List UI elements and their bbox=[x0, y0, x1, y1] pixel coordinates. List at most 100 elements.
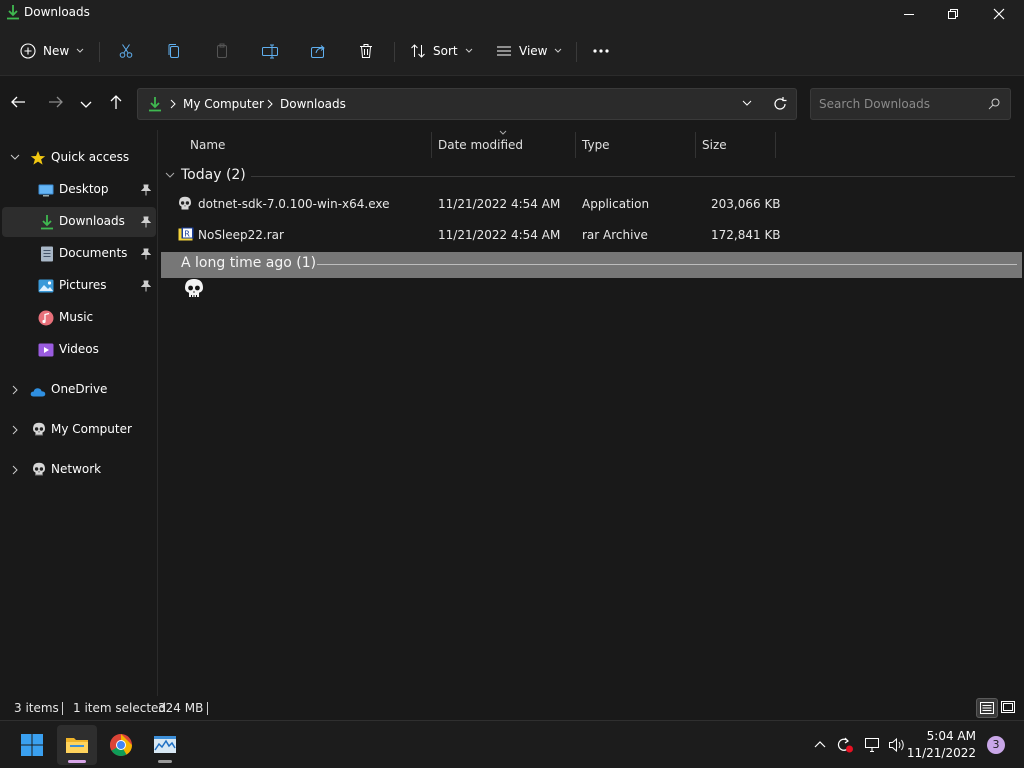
clock-date[interactable]: 11/21/2022 bbox=[907, 746, 976, 760]
rename-icon bbox=[262, 44, 278, 59]
file-type: rar Archive bbox=[582, 228, 648, 242]
pictures-icon bbox=[38, 279, 54, 293]
search-icon bbox=[988, 98, 1000, 110]
notification-badge[interactable]: 3 bbox=[987, 736, 1005, 754]
share-button[interactable] bbox=[304, 36, 332, 66]
chevron-down-icon bbox=[10, 154, 20, 160]
chevron-down-icon bbox=[555, 48, 562, 53]
chevron-down-icon bbox=[80, 101, 92, 108]
details-view-button[interactable] bbox=[976, 698, 998, 718]
sort-button[interactable]: Sort bbox=[404, 36, 474, 66]
taskbar-file-explorer[interactable] bbox=[57, 725, 97, 765]
volume-icon[interactable] bbox=[888, 737, 906, 753]
sort-icon bbox=[411, 44, 425, 58]
arrow-up-icon bbox=[110, 95, 122, 109]
column-divider[interactable] bbox=[775, 132, 776, 158]
column-divider[interactable] bbox=[695, 132, 696, 158]
file-name: dotnet-sdk-7.0.100-win-x64.exe bbox=[198, 197, 390, 211]
skull-icon[interactable] bbox=[184, 278, 204, 300]
sidebar-item-music[interactable]: Music bbox=[2, 303, 156, 333]
minimize-button[interactable] bbox=[886, 0, 932, 28]
back-button[interactable] bbox=[10, 94, 34, 114]
rename-button[interactable] bbox=[256, 36, 284, 66]
file-size: 172,841 KB bbox=[711, 228, 781, 242]
clock-time[interactable]: 5:04 AM bbox=[927, 729, 976, 743]
start-button[interactable] bbox=[12, 725, 52, 765]
arrow-left-icon bbox=[11, 96, 25, 108]
tiles-view-button[interactable] bbox=[998, 698, 1020, 718]
chevron-up-icon[interactable] bbox=[814, 740, 826, 748]
sidebar-item-downloads[interactable]: Downloads bbox=[2, 207, 156, 237]
group-header-long-time-ago[interactable]: A long time ago (1) bbox=[161, 252, 1022, 278]
sidebar-label-desktop: Desktop bbox=[59, 182, 109, 196]
breadcrumb-my-computer[interactable]: My Computer bbox=[183, 97, 264, 111]
network-icon[interactable] bbox=[864, 737, 882, 753]
separator bbox=[62, 702, 63, 715]
file-size: 203,066 KB bbox=[711, 197, 781, 211]
separator bbox=[394, 42, 395, 62]
search-input[interactable]: Search Downloads bbox=[810, 88, 1011, 120]
svg-text:R: R bbox=[184, 230, 190, 239]
videos-icon bbox=[38, 343, 54, 357]
sidebar-label-pictures: Pictures bbox=[59, 278, 107, 292]
refresh-icon[interactable] bbox=[772, 96, 788, 112]
group-title: Today (2) bbox=[181, 167, 246, 183]
taskbar-task-manager[interactable] bbox=[145, 725, 185, 765]
copy-icon bbox=[168, 44, 179, 58]
restore-button[interactable] bbox=[930, 0, 976, 28]
close-icon bbox=[993, 8, 1005, 20]
column-divider[interactable] bbox=[575, 132, 576, 158]
more-button[interactable] bbox=[586, 36, 616, 66]
pin-icon bbox=[141, 184, 151, 196]
sidebar-item-desktop[interactable]: Desktop bbox=[2, 175, 156, 205]
table-row[interactable]: R NoSleep22.rar 11/21/2022 4:54 AM rar A… bbox=[159, 220, 1024, 250]
new-label: New bbox=[43, 44, 70, 58]
view-button[interactable]: View bbox=[492, 36, 566, 66]
paste-button[interactable] bbox=[208, 36, 236, 66]
column-divider[interactable] bbox=[431, 132, 432, 158]
close-button[interactable] bbox=[976, 0, 1022, 28]
search-placeholder: Search Downloads bbox=[819, 97, 930, 111]
column-header-name[interactable]: Name bbox=[190, 138, 225, 152]
sidebar-item-pictures[interactable]: Pictures bbox=[2, 271, 156, 301]
skull-icon bbox=[33, 422, 45, 436]
plus-circle-icon bbox=[20, 43, 36, 59]
group-divider bbox=[251, 176, 1015, 177]
sidebar-item-network[interactable]: Network bbox=[2, 455, 156, 485]
sidebar-item-documents[interactable]: Documents bbox=[2, 239, 156, 269]
pin-icon bbox=[141, 216, 151, 228]
sidebar-item-onedrive[interactable]: OneDrive bbox=[2, 375, 156, 405]
sidebar-item-videos[interactable]: Videos bbox=[2, 335, 156, 365]
table-row[interactable]: dotnet-sdk-7.0.100-win-x64.exe 11/21/202… bbox=[159, 189, 1024, 219]
status-item-count: 3 items bbox=[14, 701, 59, 715]
up-button[interactable] bbox=[108, 94, 132, 114]
title-bar[interactable]: Downloads bbox=[0, 0, 1024, 28]
sidebar-label-music: Music bbox=[59, 310, 94, 324]
sidebar-label-documents: Documents bbox=[59, 246, 128, 260]
breadcrumb-downloads[interactable]: Downloads bbox=[280, 97, 346, 111]
copy-button[interactable] bbox=[160, 36, 188, 66]
address-bar[interactable]: My Computer Downloads bbox=[137, 88, 797, 120]
new-button[interactable]: New bbox=[14, 36, 88, 66]
chevron-down-icon[interactable] bbox=[742, 100, 752, 107]
more-icon bbox=[593, 49, 609, 53]
cloud-icon bbox=[30, 388, 46, 397]
sync-error-icon[interactable] bbox=[836, 737, 854, 753]
column-header-size[interactable]: Size bbox=[702, 138, 727, 152]
group-header-today[interactable]: Today (2) bbox=[159, 164, 1024, 188]
task-manager-icon bbox=[154, 736, 176, 753]
sidebar-item-my-computer[interactable]: My Computer bbox=[2, 415, 156, 445]
recent-locations-button[interactable] bbox=[80, 98, 104, 118]
column-header-type[interactable]: Type bbox=[582, 138, 610, 152]
chevron-down-icon bbox=[465, 48, 472, 53]
separator bbox=[207, 702, 208, 715]
column-header-date[interactable]: Date modified bbox=[438, 138, 523, 152]
taskbar-chrome[interactable] bbox=[101, 725, 141, 765]
cut-button[interactable] bbox=[112, 36, 140, 66]
delete-button[interactable] bbox=[352, 36, 380, 66]
sidebar-item-quick-access[interactable]: Quick access bbox=[2, 143, 156, 173]
forward-button[interactable] bbox=[48, 94, 72, 114]
view-icon bbox=[497, 46, 511, 56]
chrome-icon bbox=[110, 734, 132, 756]
file-type: Application bbox=[582, 197, 650, 211]
